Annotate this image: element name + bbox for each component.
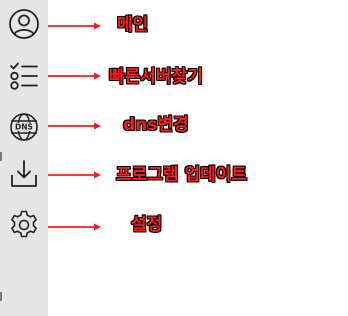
sidebar: DNS <box>0 0 48 316</box>
arrow-quick-server <box>48 72 101 80</box>
label-quick-server: 빠른서버찾기 <box>109 67 203 87</box>
label-dns: dns변경 <box>123 115 189 135</box>
dns-globe-icon: DNS <box>10 113 38 141</box>
arrow-dns <box>48 122 101 130</box>
edge-mark <box>0 292 2 301</box>
download-icon <box>11 160 37 187</box>
arrow-main <box>48 22 101 30</box>
edge-mark <box>0 152 2 161</box>
dns-icon-text: DNS <box>15 123 33 132</box>
sidebar-item-quick-server[interactable] <box>8 60 40 92</box>
gear-icon <box>11 210 37 238</box>
user-icon <box>9 9 39 39</box>
label-update: 프로그램 업데이트 <box>116 165 248 185</box>
sidebar-item-main[interactable] <box>8 8 40 40</box>
sidebar-item-settings[interactable] <box>8 209 40 241</box>
sidebar-item-dns[interactable]: DNS <box>8 111 40 143</box>
sidebar-item-update[interactable] <box>8 158 40 190</box>
label-main: 메인 <box>117 15 149 35</box>
arrow-update <box>48 171 101 179</box>
list-icon <box>10 62 38 90</box>
label-settings: 설정 <box>131 215 163 235</box>
arrow-settings <box>48 223 101 231</box>
